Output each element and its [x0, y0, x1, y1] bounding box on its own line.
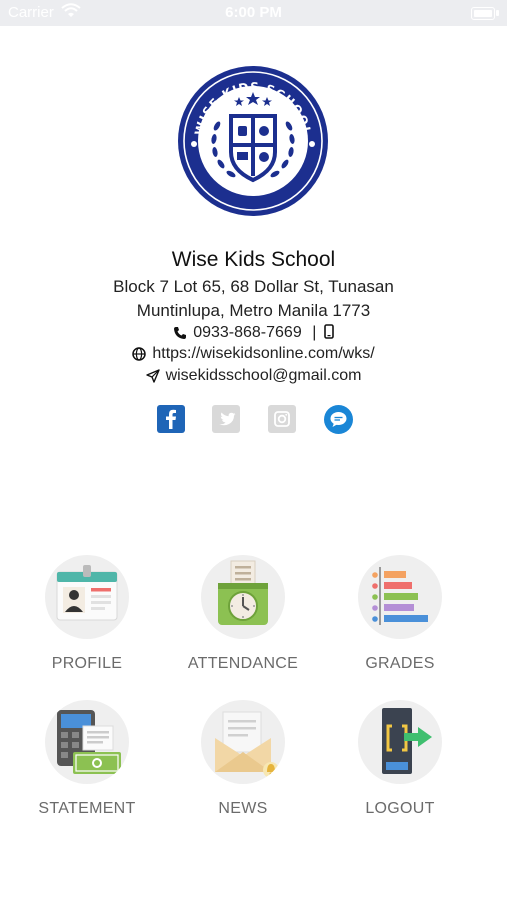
instagram-button[interactable] — [268, 405, 296, 433]
battery-icon — [471, 7, 495, 20]
phone-icon — [174, 327, 187, 339]
statement-tile-circle[interactable] — [45, 700, 129, 784]
grades-tile-circle[interactable] — [358, 555, 442, 639]
grades-label: GRADES — [365, 655, 435, 672]
calculator-money-icon — [57, 710, 121, 774]
clock: 6:00 PM — [225, 4, 282, 21]
bar-chart-icon — [372, 567, 428, 625]
menu-tile-statement[interactable]: STATEMENT — [12, 700, 162, 818]
email-link[interactable]: wisekidsschool@gmail.com — [166, 367, 362, 384]
phone-number[interactable]: 0933-868-7669 — [193, 324, 302, 341]
time-clock-icon — [218, 560, 268, 625]
news-tile-circle[interactable] — [201, 700, 285, 784]
attendance-label: ATTENDANCE — [187, 655, 299, 672]
address-line-1: Block 7 Lot 65, 68 Dollar St, Tunasan — [113, 277, 394, 296]
instagram-icon — [274, 411, 290, 427]
envelope-icon — [215, 711, 279, 778]
attendance-tile-circle[interactable] — [201, 555, 285, 639]
globe-icon — [132, 347, 147, 361]
school-name: Wise Kids School — [171, 248, 336, 271]
twitter-icon — [219, 412, 236, 426]
facebook-button[interactable] — [157, 405, 185, 433]
profile-label: PROFILE — [51, 655, 123, 672]
logout-tile-circle[interactable] — [358, 700, 442, 784]
contact-phone-row: 0933-868-7669 | — [0, 324, 507, 342]
address-line-2: Muntinlupa, Metro Manila 1773 — [136, 301, 371, 320]
mobile-icon — [323, 324, 334, 339]
menu-tile-logout[interactable]: LOGOUT — [325, 700, 475, 818]
menu-tile-grades[interactable]: GRADES — [325, 555, 475, 673]
send-icon — [145, 369, 160, 383]
contact-website-row: https://wisekidsonline.com/wks/ — [0, 345, 507, 363]
logout-door-icon — [382, 708, 432, 774]
logout-label: LOGOUT — [365, 800, 435, 817]
profile-tile-circle[interactable] — [45, 555, 129, 639]
twitter-button[interactable] — [212, 405, 240, 433]
messenger-button[interactable] — [324, 405, 353, 434]
status-bar: Carrier 6:00 PM — [0, 0, 507, 26]
id-card-icon — [56, 565, 118, 621]
menu-tile-attendance[interactable]: ATTENDANCE — [168, 555, 318, 673]
website-link[interactable]: https://wisekidsonline.com/wks/ — [152, 345, 374, 362]
menu-tile-profile[interactable]: PROFILE — [12, 555, 162, 673]
statement-label: STATEMENT — [38, 800, 136, 817]
menu-tile-news[interactable]: NEWS — [168, 700, 318, 818]
news-label: NEWS — [218, 800, 268, 817]
chat-bubble-icon — [330, 412, 347, 427]
contact-email-row: wisekidsschool@gmail.com — [0, 367, 507, 385]
facebook-icon — [166, 409, 176, 429]
school-logo: WISE KIDS SCHOOL — [178, 66, 328, 216]
phone-separator: | — [312, 324, 317, 341]
